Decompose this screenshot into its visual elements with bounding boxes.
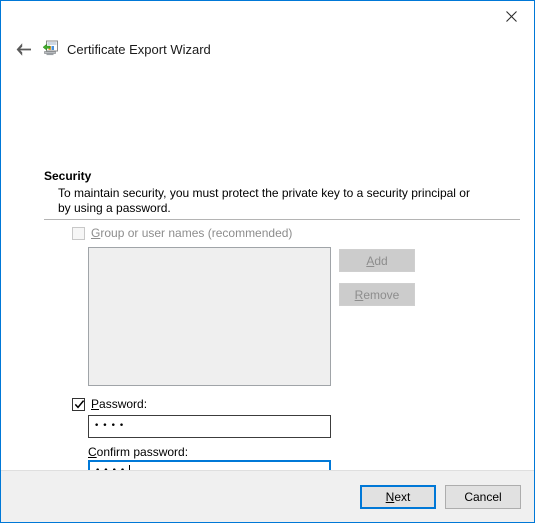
back-arrow-icon xyxy=(16,42,31,56)
label-rest: ext xyxy=(394,489,411,504)
password-label: Password: xyxy=(91,398,147,411)
remove-button[interactable]: Remove xyxy=(339,283,415,306)
label-rest: onfirm password: xyxy=(96,445,189,459)
group-or-user-names-checkbox-row[interactable]: Group or user names (recommended) xyxy=(72,227,292,240)
accelerator-letter: C xyxy=(88,445,97,459)
certificate-export-wizard-window: Certificate Export Wizard Security To ma… xyxy=(0,0,535,523)
wizard-header: Certificate Export Wizard xyxy=(1,31,534,67)
dialog-footer: Next Cancel xyxy=(1,470,534,522)
label-rest: dd xyxy=(374,253,388,268)
label-rest: roup or user names (recommended) xyxy=(100,226,293,240)
wizard-body: Security To maintain security, you must … xyxy=(1,67,534,483)
password-input[interactable]: •••• xyxy=(88,415,331,438)
group-or-user-names-checkbox[interactable] xyxy=(72,227,85,240)
certificate-export-icon xyxy=(42,40,60,58)
close-button[interactable] xyxy=(488,1,534,31)
add-button[interactable]: Add xyxy=(339,249,415,272)
password-checkbox-row[interactable]: Password: xyxy=(72,398,147,411)
title-bar xyxy=(1,1,534,31)
accelerator-letter: G xyxy=(91,226,101,240)
accelerator-letter: A xyxy=(366,253,375,268)
group-or-user-names-label: Group or user names (recommended) xyxy=(91,227,292,240)
checkmark-icon xyxy=(74,400,85,409)
close-icon xyxy=(505,10,517,22)
label-rest: assword: xyxy=(99,397,148,411)
cancel-button[interactable]: Cancel xyxy=(445,484,521,509)
password-checkbox[interactable] xyxy=(72,398,85,411)
accelerator-letter: N xyxy=(385,489,395,504)
label-rest: emove xyxy=(363,287,400,302)
page-description: To maintain security, you must protect t… xyxy=(58,186,470,215)
page-title: Security xyxy=(44,169,92,183)
header-divider xyxy=(44,219,520,220)
window-title: Certificate Export Wizard xyxy=(67,41,211,57)
back-button[interactable] xyxy=(10,36,36,62)
password-masked-value: •••• xyxy=(94,421,128,431)
next-button[interactable]: Next xyxy=(360,484,436,509)
accelerator-letter: R xyxy=(354,287,364,302)
group-or-user-names-listbox[interactable] xyxy=(88,247,331,386)
accelerator-letter: P xyxy=(91,397,100,411)
confirm-password-label: Confirm password: xyxy=(88,445,188,459)
